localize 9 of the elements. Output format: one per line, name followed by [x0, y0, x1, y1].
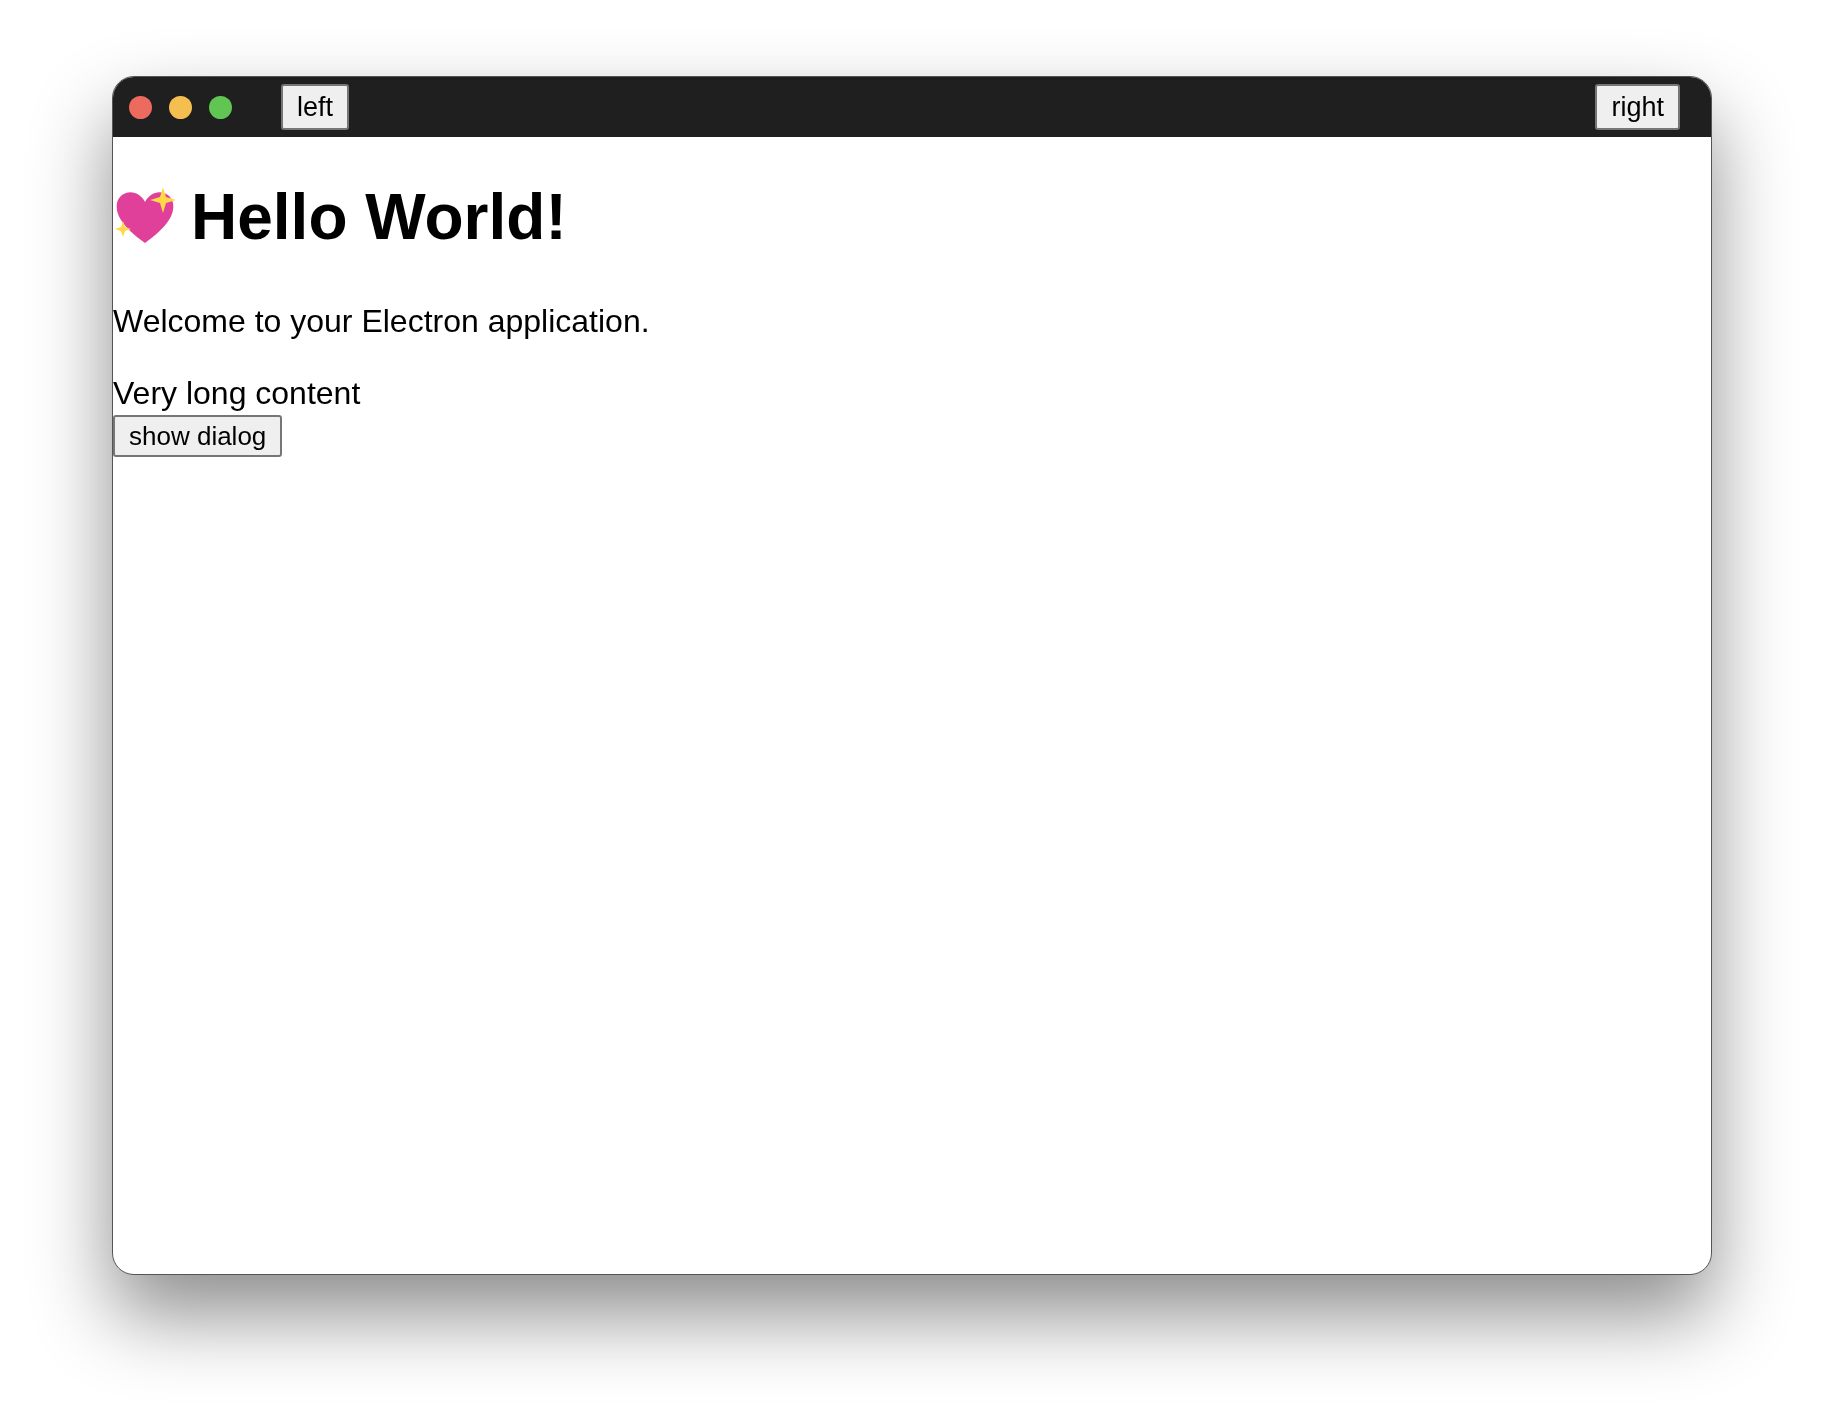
minimize-button[interactable]: [169, 95, 192, 119]
welcome-text: Welcome to your Electron application.: [113, 302, 651, 341]
left-button[interactable]: left: [281, 84, 350, 130]
page-heading: Hello World!: [191, 185, 567, 249]
long-content-text: Very long content: [113, 374, 362, 413]
show-dialog-button[interactable]: show dialog: [113, 415, 283, 457]
right-button[interactable]: right: [1595, 84, 1680, 130]
close-button[interactable]: [129, 95, 152, 119]
maximize-button[interactable]: [209, 95, 232, 119]
